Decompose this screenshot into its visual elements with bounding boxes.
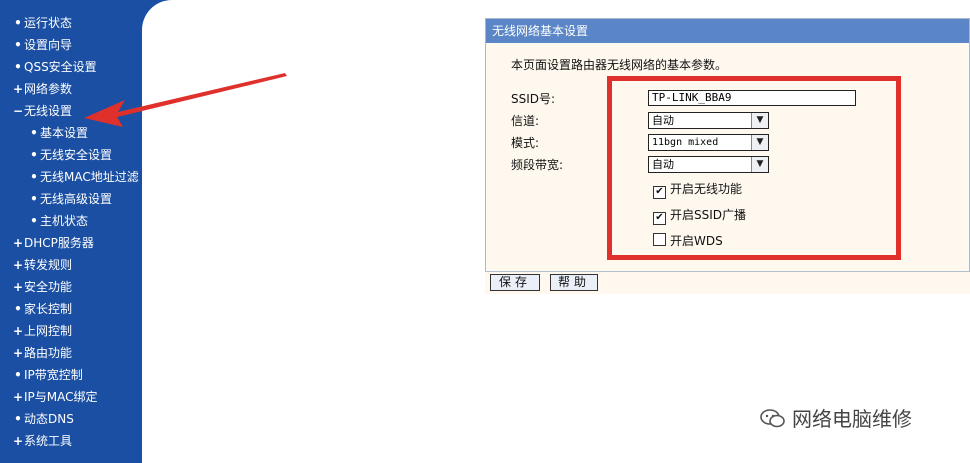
bullet-icon: •: [30, 148, 38, 162]
ssid-label: SSID号:: [511, 92, 556, 106]
sidebar-item-wireless-mac-filter[interactable]: • 无线MAC地址过滤: [0, 166, 142, 188]
sidebar-item-label: 上网控制: [24, 324, 73, 338]
bullet-icon: •: [14, 302, 22, 316]
expand-icon: +: [12, 236, 24, 250]
sidebar-item-label: 网络参数: [24, 82, 73, 96]
sidebar-item-parental[interactable]: • 家长控制: [0, 298, 142, 320]
bullet-icon: •: [14, 368, 22, 382]
watermark: 网络电脑维修: [760, 404, 912, 434]
bullet-icon: •: [14, 16, 22, 30]
sidebar-item-label: QSS安全设置: [24, 60, 97, 74]
sidebar-item-system-tools[interactable]: +系统工具: [0, 430, 142, 452]
sidebar-item-label: 转发规则: [24, 258, 73, 272]
sidebar-item-label: 无线设置: [24, 104, 73, 118]
channel-label: 信道:: [511, 114, 540, 128]
help-button[interactable]: 帮助: [550, 274, 598, 291]
sidebar-item-status[interactable]: • 运行状态: [0, 12, 142, 34]
bullet-icon: •: [30, 192, 38, 206]
panel-description: 本页面设置路由器无线网络的基本参数。: [511, 58, 728, 72]
expand-icon: +: [12, 82, 24, 96]
sidebar-item-wireless[interactable]: −无线设置: [0, 100, 142, 122]
wechat-icon: [760, 409, 785, 428]
bullet-icon: •: [14, 60, 22, 74]
bullet-icon: •: [30, 170, 38, 184]
collapse-icon: −: [12, 104, 24, 118]
expand-icon: +: [12, 346, 24, 360]
sidebar-item-forwarding[interactable]: +转发规则: [0, 254, 142, 276]
expand-icon: +: [12, 280, 24, 294]
sidebar-item-label: 无线安全设置: [40, 148, 113, 162]
highlight-box: [607, 76, 901, 260]
sidebar-item-host-status[interactable]: • 主机状态: [0, 210, 142, 232]
sidebar-menu: • 运行状态 • 设置向导 • QSS安全设置 +网络参数 −无线设置 • 基本设置 •…: [0, 12, 142, 452]
sidebar-item-label: 基本设置: [40, 126, 89, 140]
watermark-text: 网络电脑维修: [792, 407, 912, 431]
sidebar-item-access-control[interactable]: +上网控制: [0, 320, 142, 342]
bullet-icon: •: [30, 126, 38, 140]
sidebar-item-label: 无线高级设置: [40, 192, 113, 206]
expand-icon: +: [12, 258, 24, 272]
sidebar-item-network[interactable]: +网络参数: [0, 78, 142, 100]
sidebar-item-label: 家长控制: [24, 302, 73, 316]
sidebar-item-label: 无线MAC地址过滤: [40, 170, 139, 184]
sidebar-item-label: 安全功能: [24, 280, 73, 294]
expand-icon: +: [12, 434, 24, 448]
sidebar-item-security[interactable]: +安全功能: [0, 276, 142, 298]
sidebar-item-ddns[interactable]: • 动态DNS: [0, 408, 142, 430]
sidebar-item-label: IP与MAC绑定: [24, 390, 98, 404]
sidebar-item-qss[interactable]: • QSS安全设置: [0, 56, 142, 78]
sidebar-item-label: 主机状态: [40, 214, 89, 228]
panel-title: 无线网络基本设置: [486, 19, 969, 43]
sidebar-item-dhcp[interactable]: +DHCP服务器: [0, 232, 142, 254]
sidebar-corner: [142, 0, 192, 30]
sidebar-item-routing[interactable]: +路由功能: [0, 342, 142, 364]
sidebar-item-label: DHCP服务器: [24, 236, 94, 250]
sidebar-item-ip-mac-binding[interactable]: +IP与MAC绑定: [0, 386, 142, 408]
sidebar-item-bandwidth[interactable]: • IP带宽控制: [0, 364, 142, 386]
sidebar-item-wireless-advanced[interactable]: • 无线高级设置: [0, 188, 142, 210]
sidebar-item-wireless-basic[interactable]: • 基本设置: [0, 122, 142, 144]
bandwidth-label: 频段带宽:: [511, 158, 564, 172]
bullet-icon: •: [14, 38, 22, 52]
save-button[interactable]: 保存: [490, 274, 540, 291]
mode-label: 模式:: [511, 136, 540, 150]
expand-icon: +: [12, 324, 24, 338]
sidebar-item-label: 运行状态: [24, 16, 73, 30]
sidebar-item-label: 系统工具: [24, 434, 73, 448]
sidebar-item-label: 设置向导: [24, 38, 73, 52]
sidebar-item-wizard[interactable]: • 设置向导: [0, 34, 142, 56]
sidebar-item-wireless-security[interactable]: • 无线安全设置: [0, 144, 142, 166]
expand-icon: +: [12, 390, 24, 404]
bullet-icon: •: [30, 214, 38, 228]
sidebar-item-label: 路由功能: [24, 346, 73, 360]
sidebar-item-label: IP带宽控制: [24, 368, 83, 382]
sidebar-item-label: 动态DNS: [24, 412, 74, 426]
bullet-icon: •: [14, 412, 22, 426]
